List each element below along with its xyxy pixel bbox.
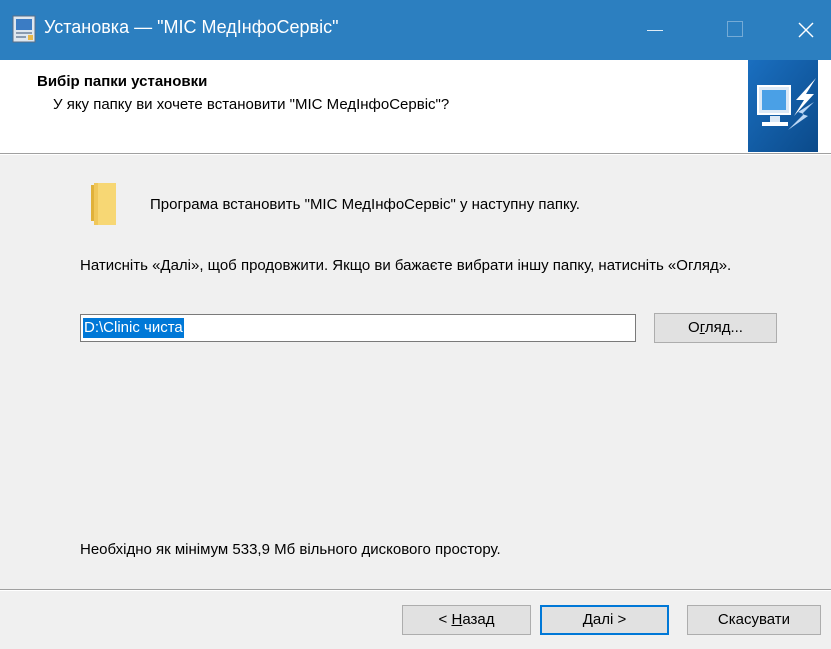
install-path-value: D:\Clinic чиста <box>83 318 184 338</box>
back-label-post: азад <box>462 611 495 628</box>
instruction-text: Натисніть «Далі», щоб продовжити. Якщо в… <box>80 257 732 274</box>
header-divider-highlight <box>0 154 831 155</box>
minimize-icon <box>647 30 663 31</box>
next-label-post: алі > <box>592 611 627 628</box>
page-subtitle: У яку папку ви хочете встановити "МІС Ме… <box>53 96 450 113</box>
install-intro-text: Програма встановить "МІС МедІнфоСервіс" … <box>150 196 580 213</box>
installer-app-icon <box>12 15 36 43</box>
title-bar[interactable]: Установка — "МІС МедІнфоСервіс" <box>0 0 831 60</box>
maximize-button[interactable] <box>710 0 760 60</box>
page-title: Вибір папки установки <box>37 73 208 90</box>
close-button[interactable] <box>781 0 831 60</box>
maximize-icon <box>727 21 743 37</box>
next-button[interactable]: Далі > <box>540 605 669 635</box>
wizard-header: Вибір папки установки У яку папку ви хоч… <box>0 60 831 153</box>
close-icon <box>798 22 814 38</box>
cancel-button[interactable]: Скасувати <box>687 605 821 635</box>
install-path-input[interactable]: D:\Clinic чиста <box>80 314 636 342</box>
folder-icon <box>91 183 116 225</box>
back-button[interactable]: < Назад <box>402 605 531 635</box>
back-label-pre: < <box>438 611 452 628</box>
browse-button[interactable]: Огляд... <box>654 313 777 343</box>
browse-label-pre: О <box>688 319 700 336</box>
footer-divider-highlight <box>0 590 831 591</box>
installer-window: Установка — "МІС МедІнфоСервіс" Вибір па… <box>0 0 831 649</box>
minimize-button[interactable] <box>630 0 680 60</box>
computer-install-arrow-icon <box>748 60 818 152</box>
next-label-accel: Д <box>582 611 593 628</box>
browse-label-post: ляд... <box>704 319 743 336</box>
back-label-accel: Н <box>451 611 463 628</box>
disk-space-text: Необхідно як мінімум 533,9 Мб вільного д… <box>80 541 501 558</box>
window-title: Установка — "МІС МедІнфоСервіс" <box>44 17 339 37</box>
